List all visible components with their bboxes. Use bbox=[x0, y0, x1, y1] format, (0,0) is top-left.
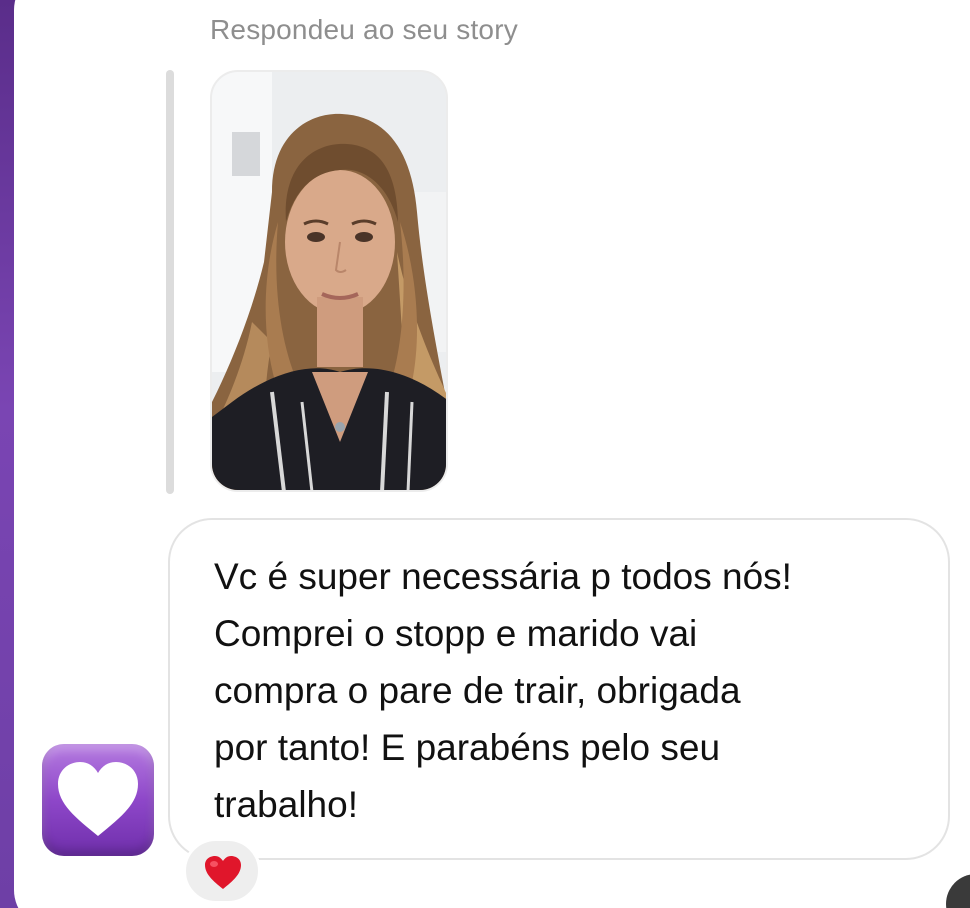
story-photo-icon bbox=[212, 72, 446, 490]
story-reply-caption: Respondeu ao seu story bbox=[210, 14, 518, 45]
message-text: Vc é super necessária p todos nós! Compr… bbox=[214, 556, 792, 825]
reaction-badge[interactable] bbox=[183, 838, 261, 904]
story-thumbnail[interactable] bbox=[210, 70, 448, 492]
purple-heart-icon bbox=[58, 762, 138, 836]
red-heart-icon bbox=[205, 856, 241, 889]
message-bubble[interactable]: Vc é super necessária p todos nós! Compr… bbox=[168, 518, 950, 860]
reply-indicator-bar bbox=[166, 70, 174, 494]
sender-avatar[interactable] bbox=[42, 744, 154, 856]
